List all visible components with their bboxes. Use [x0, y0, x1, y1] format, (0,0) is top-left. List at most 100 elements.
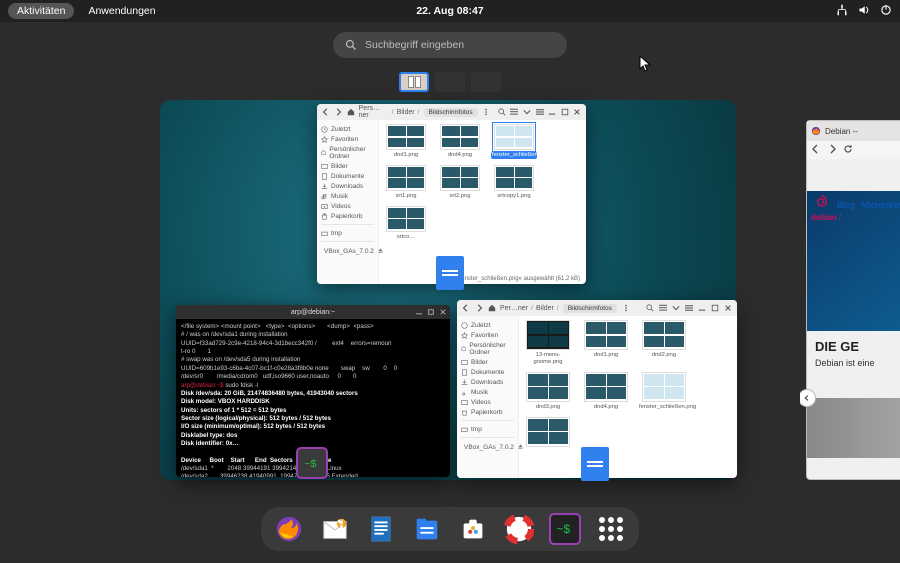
sidebar-music[interactable]: Musik — [461, 387, 514, 397]
sidebar-recent[interactable]: Zuletzt — [461, 320, 514, 330]
terminal-titlebar: arp@debian:~ — [176, 305, 450, 319]
back-button[interactable] — [461, 302, 471, 314]
file-item[interactable]: dnd1.png — [581, 320, 631, 366]
sidebar-trash[interactable]: Papierkorb — [321, 211, 374, 221]
nav-forward-icon[interactable] — [827, 144, 837, 157]
file-item[interactable]: dnd4.png — [581, 372, 631, 411]
hamburger-icon[interactable] — [535, 106, 545, 118]
file-item[interactable]: dnd1.png — [383, 124, 429, 159]
sidebar-home[interactable]: Persönlicher Ordner — [461, 340, 514, 357]
close-icon[interactable] — [723, 302, 733, 314]
applications-button[interactable]: Anwendungen — [88, 5, 155, 17]
dash-help[interactable] — [503, 513, 535, 545]
hamburger-icon[interactable] — [684, 302, 694, 314]
overview-search[interactable]: Suchbegriff eingeben — [333, 32, 567, 58]
path-segment[interactable]: Per…ner — [500, 305, 528, 312]
nav-back-icon[interactable] — [811, 144, 821, 157]
file-item[interactable]: srt1.png — [383, 165, 429, 200]
file-item[interactable]: srtcopy1.png — [491, 165, 537, 200]
file-item-selected[interactable]: fenster_schließen.png — [491, 124, 537, 159]
link-blog[interactable]: Blog — [837, 200, 855, 210]
workspace-2[interactable] — [435, 72, 465, 92]
files2-titlebar: Per…ner/ Bilder/ Bildschirmfotos — [457, 300, 737, 316]
close-icon[interactable] — [572, 106, 582, 118]
subheadline: Debian ist eine — [815, 358, 900, 368]
sidebar-trash[interactable]: Papierkorb — [461, 407, 514, 417]
sidebar-music[interactable]: Musik — [321, 191, 374, 201]
scroll-left-button[interactable] — [800, 389, 816, 407]
sidebar-tmp[interactable]: tmp — [461, 424, 514, 434]
sidebar-downloads[interactable]: Downloads — [321, 181, 374, 191]
sidebar-vbox[interactable]: VBox_GAs_7.0.2 — [321, 245, 374, 257]
file-item[interactable]: srt2.png — [437, 165, 483, 200]
adjacent-workspace-peek[interactable]: Debian -- Blog Micronews debian / DIE GE… — [800, 120, 900, 480]
link-micronews[interactable]: Micronews — [862, 200, 900, 210]
sidebar-starred[interactable]: Favoriten — [321, 134, 374, 144]
view-options-icon[interactable] — [522, 106, 532, 118]
clock[interactable]: 22. Aug 08:47 — [416, 5, 483, 17]
sidebar-home[interactable]: Persönlicher Ordner — [321, 144, 374, 161]
maximize-icon[interactable] — [560, 106, 570, 118]
dash-show-apps[interactable] — [595, 513, 627, 545]
firefox-window[interactable]: Debian -- Blog Micronews debian / DIE GE… — [806, 120, 900, 480]
file-item[interactable]: fenster_schließen.png — [639, 372, 689, 411]
sidebar-pictures[interactable]: Bilder — [461, 357, 514, 367]
search-icon[interactable] — [645, 302, 655, 314]
files2-grid: 13-menu-gnome.png dnd1.png dnd2.png dnd3… — [519, 316, 737, 478]
search-icon[interactable] — [497, 106, 507, 118]
dash-writer[interactable] — [365, 513, 397, 545]
minimize-icon[interactable] — [415, 308, 423, 316]
forward-button[interactable] — [474, 302, 484, 314]
forward-button[interactable] — [334, 106, 344, 118]
back-button[interactable] — [321, 106, 331, 118]
sidebar-vbox[interactable]: VBox_GAs_7.0.2 — [461, 441, 514, 453]
path-menu[interactable] — [621, 302, 631, 314]
maximize-icon[interactable] — [427, 308, 435, 316]
volume-icon[interactable] — [858, 4, 870, 19]
browser-tab[interactable]: Debian -- — [825, 127, 858, 136]
workspace-switcher — [399, 72, 501, 92]
file-item[interactable] — [523, 417, 573, 449]
path-segment[interactable]: Bilder — [397, 109, 415, 116]
files1-grid: dnd1.png dnd4.png fenster_schließen.png … — [379, 120, 586, 284]
sidebar-downloads[interactable]: Downloads — [461, 377, 514, 387]
minimize-icon[interactable] — [547, 106, 557, 118]
file-item[interactable]: dnd2.png — [639, 320, 689, 366]
activities-button[interactable]: Aktivitäten — [8, 3, 74, 19]
minimize-icon[interactable] — [697, 302, 707, 314]
workspace-1[interactable] — [399, 72, 429, 92]
list-view-icon[interactable] — [510, 106, 520, 118]
sidebar-documents[interactable]: Dokumente — [321, 171, 374, 181]
dash-firefox[interactable] — [273, 513, 305, 545]
network-icon[interactable] — [836, 4, 848, 19]
dash-files[interactable] — [411, 513, 443, 545]
maximize-icon[interactable] — [710, 302, 720, 314]
workspace-3[interactable] — [471, 72, 501, 92]
dash-terminal[interactable]: ~$ — [549, 513, 581, 545]
list-view-icon[interactable] — [658, 302, 668, 314]
sidebar-pictures[interactable]: Bilder — [321, 161, 374, 171]
sidebar-recent[interactable]: Zuletzt — [321, 124, 374, 134]
close-icon[interactable] — [439, 308, 447, 316]
sidebar-tmp[interactable]: tmp — [321, 228, 374, 238]
file-item[interactable]: dnd3.png — [523, 372, 573, 411]
dash-software[interactable] — [457, 513, 489, 545]
path-segment[interactable]: Pers…ner — [359, 105, 389, 119]
path-menu[interactable] — [482, 106, 492, 118]
path-segment-current[interactable]: Bildschirmfotos — [424, 108, 478, 117]
sidebar-videos[interactable]: Videos — [321, 201, 374, 211]
sidebar-documents[interactable]: Dokumente — [461, 367, 514, 377]
reload-icon[interactable] — [843, 144, 853, 157]
file-item[interactable]: srtco… — [383, 206, 429, 241]
dash-evolution[interactable] — [319, 513, 351, 545]
file-item[interactable]: 13-menu-gnome.png — [523, 320, 573, 366]
sidebar-starred[interactable]: Favoriten — [461, 330, 514, 340]
files1-titlebar: Pers…ner/ Bilder/ Bildschirmfotos — [317, 104, 586, 120]
power-icon[interactable] — [880, 4, 892, 19]
file-item[interactable]: dnd4.png — [437, 124, 483, 159]
path-segment[interactable]: Bilder — [536, 305, 554, 312]
sidebar-videos[interactable]: Videos — [461, 397, 514, 407]
files1-sidebar: Zuletzt Favoriten Persönlicher Ordner Bi… — [317, 120, 379, 284]
view-options-icon[interactable] — [671, 302, 681, 314]
path-segment-current[interactable]: Bildschirmfotos — [563, 304, 617, 313]
